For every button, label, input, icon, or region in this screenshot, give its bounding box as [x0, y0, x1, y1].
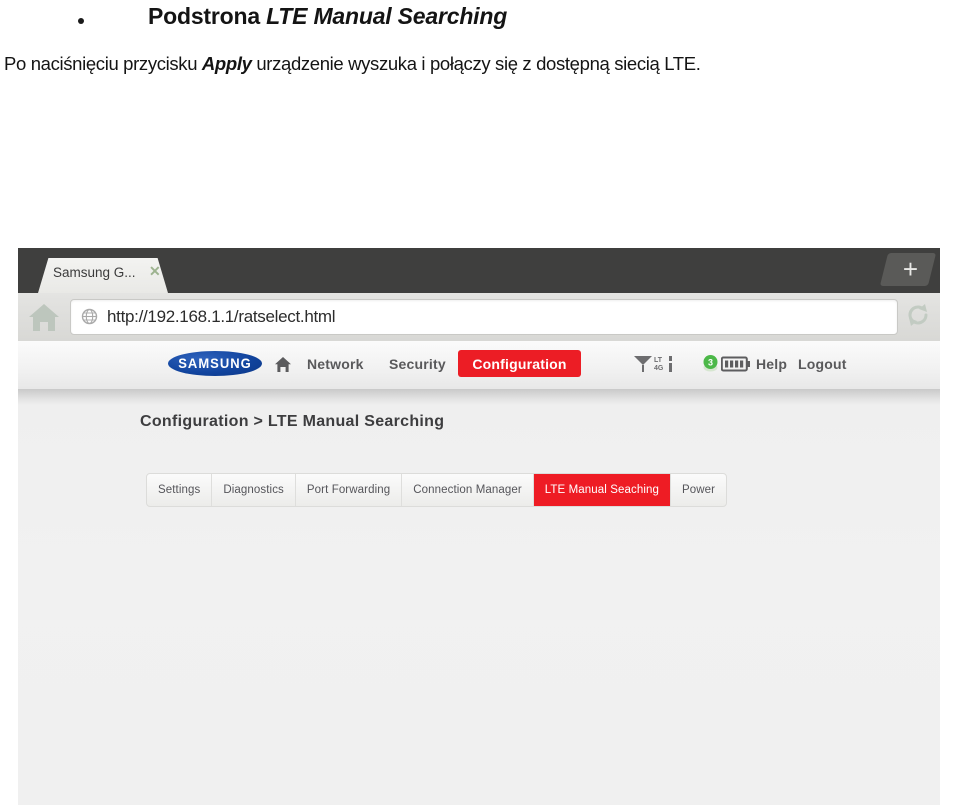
reload-icon[interactable] [904, 301, 932, 329]
document-paragraph: Po naciśnięciu przycisku Apply urządzeni… [4, 53, 701, 75]
nav-link-help[interactable]: Help [756, 356, 787, 372]
svg-text:3: 3 [708, 357, 713, 367]
url-text: http://192.168.1.1/ratselect.html [107, 307, 335, 327]
paragraph-part-before: Po naciśnięciu przycisku [4, 53, 202, 74]
signal-strength-icon: LT 4G [632, 353, 680, 375]
plus-icon: + [903, 258, 918, 280]
bullet-dot-icon [78, 18, 84, 24]
site-header-shadow [18, 389, 940, 405]
subtab-settings[interactable]: Settings [147, 474, 212, 506]
samsung-logo[interactable]: SAMSUNG [168, 351, 262, 376]
heading-italic-part: LTE Manual Searching [266, 3, 507, 29]
samsung-logo-text: SAMSUNG [178, 356, 251, 372]
subtab-diagnostics[interactable]: Diagnostics [212, 474, 296, 506]
globe-icon [81, 308, 98, 325]
subtab-port-forwarding[interactable]: Port Forwarding [296, 474, 402, 506]
page-viewport: SAMSUNG Network Security Configuration L… [18, 341, 940, 805]
svg-text:LT: LT [654, 357, 663, 364]
home-icon[interactable] [26, 300, 62, 334]
subtab-lte-manual-searching[interactable]: LTE Manual Seaching [534, 474, 671, 506]
document-text-area: Podstrona LTE Manual Searching Po naciśn… [0, 0, 960, 235]
nav-link-security[interactable]: Security [389, 356, 446, 372]
svg-text:4G: 4G [654, 365, 664, 372]
subtab-connection-manager[interactable]: Connection Manager [402, 474, 534, 506]
subtab-bar: Settings Diagnostics Port Forwarding Con… [146, 473, 727, 507]
nav-home-icon[interactable] [274, 356, 292, 373]
nav-link-network[interactable]: Network [307, 356, 364, 372]
paragraph-bold-apply: Apply [202, 53, 252, 74]
paragraph-part-after: urządzenie wyszuka i połączy się z dostę… [252, 53, 701, 74]
nav-link-configuration[interactable]: Configuration [458, 350, 581, 377]
nav-link-logout[interactable]: Logout [798, 356, 847, 372]
browser-tab-title: Samsung G... [53, 265, 136, 280]
page-body [18, 405, 940, 805]
breadcrumb: Configuration > LTE Manual Searching [140, 413, 444, 431]
browser-window: Samsung G... ✕ + http://192.168.1.1/rats… [18, 248, 940, 805]
nav-link-configuration-label: Configuration [458, 356, 581, 372]
url-bar[interactable]: http://192.168.1.1/ratselect.html [70, 299, 898, 335]
document-heading: Podstrona LTE Manual Searching [148, 3, 507, 30]
connected-devices-icon: 3 [701, 354, 720, 373]
browser-toolbar: http://192.168.1.1/ratselect.html [18, 293, 940, 342]
browser-tab-strip: Samsung G... ✕ + [18, 248, 940, 293]
close-icon[interactable]: ✕ [149, 264, 161, 278]
heading-plain-part: Podstrona [148, 3, 266, 29]
bullet-heading-row: Podstrona LTE Manual Searching [0, 2, 960, 42]
battery-icon [721, 356, 751, 372]
subtab-power[interactable]: Power [671, 474, 726, 506]
